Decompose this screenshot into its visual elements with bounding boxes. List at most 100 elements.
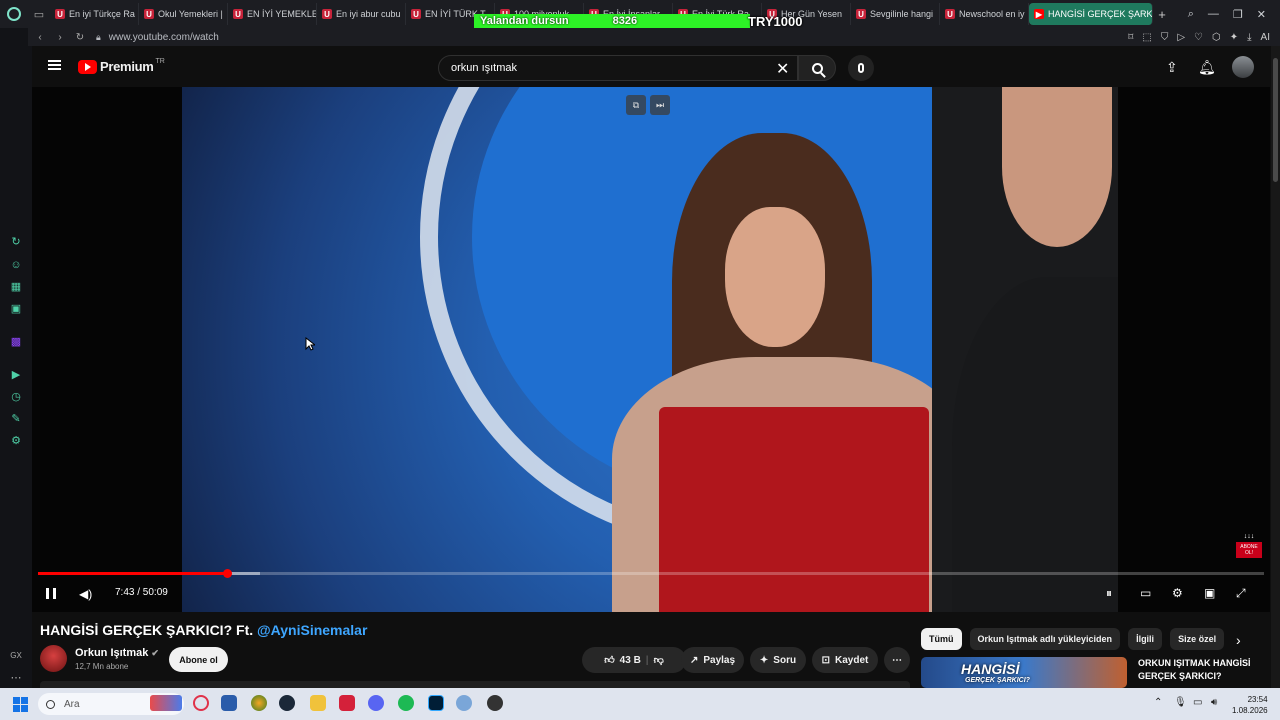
recommended-thumbnail[interactable]: HANGİSİ GERÇEK ŞARKICI? [921, 657, 1127, 688]
youtube-premium-logo[interactable]: Premium TR [78, 58, 165, 74]
subscribe-button[interactable]: Abone ol [169, 647, 228, 672]
steam-app-icon[interactable] [279, 695, 295, 711]
page-scrollbar[interactable] [1271, 46, 1280, 688]
search-tabs-icon[interactable]: ⌕ [1188, 8, 1194, 21]
chip-all[interactable]: Tümü [921, 628, 962, 650]
browser-tab[interactable]: U En iyi abur cubu [317, 3, 406, 25]
new-tab-icon[interactable]: + [1153, 7, 1171, 22]
search-button[interactable] [798, 55, 836, 81]
ask-button[interactable]: ✦ Soru [750, 647, 806, 673]
progress-scrubber[interactable] [222, 569, 232, 578]
taskbar-widget-image[interactable] [150, 695, 182, 711]
spotify-app-icon[interactable] [398, 695, 414, 711]
save-button[interactable]: ⊡ Kaydet [812, 647, 878, 673]
crypto-wallet-icon[interactable]: ▦ [10, 281, 22, 293]
heart-icon[interactable]: ♡ [1194, 32, 1203, 43]
affinity-app-icon[interactable] [339, 695, 355, 711]
chip-for-you[interactable]: Size özel [1170, 628, 1225, 650]
discord-app-icon[interactable] [368, 695, 384, 711]
history-icon[interactable]: ◷ [10, 391, 22, 403]
browser-tab[interactable]: U Sevgilinle hangi [851, 3, 940, 25]
share-button[interactable]: ↗ Paylaş [681, 647, 744, 673]
settings-icon[interactable]: ⚙ [1172, 586, 1183, 600]
subscribe-watermark[interactable]: ↓↓↓ ABONE OL! [1236, 533, 1262, 561]
snapshot-icon[interactable]: ⬚ [1142, 32, 1151, 43]
account-avatar[interactable] [1232, 56, 1254, 78]
windows-start-icon[interactable] [13, 697, 28, 712]
network-app-icon[interactable] [456, 695, 472, 711]
chip-related[interactable]: İlgili [1128, 628, 1163, 650]
miniplayer-icon[interactable]: ⧉ [626, 95, 646, 115]
download-icon[interactable]: ⤓ [1247, 32, 1251, 43]
like-count[interactable]: 43 B [620, 655, 641, 666]
browser-tab[interactable]: U En iyi Türkçe Ra [50, 3, 139, 25]
description-box[interactable] [40, 681, 910, 688]
subtitles-icon[interactable]: ▭ [1140, 586, 1151, 600]
dislike-icon[interactable]: 👎︎ [654, 654, 664, 666]
like-icon[interactable]: 👍︎ [604, 654, 614, 666]
theater-mode-icon[interactable]: ▣ [1204, 586, 1215, 600]
maximize-icon[interactable]: ❐ [1233, 8, 1243, 21]
progress-bar[interactable] [38, 569, 1264, 578]
opera-gx-app-icon[interactable] [193, 695, 209, 711]
autoplay-toggle-icon[interactable]: ⏸ [1106, 586, 1112, 601]
voice-search-button[interactable] [848, 55, 874, 81]
taskbar-clock[interactable]: 23:54 1.08.2026 [1232, 694, 1268, 716]
network-icon[interactable]: ▭ [1193, 697, 1202, 708]
upload-icon[interactable]: ⇪ [1166, 59, 1178, 76]
tray-overflow-icon[interactable]: ⌃ [1154, 697, 1162, 708]
refresh-icon[interactable]: ↻ [10, 236, 22, 248]
bookmark-icon[interactable]: ⌑ [1128, 32, 1133, 43]
browser-tab[interactable]: U Newschool en iy [940, 3, 1029, 25]
game-app-icon[interactable] [487, 695, 503, 711]
channel-name[interactable]: Orkun Işıtmak ✔︎ [75, 647, 159, 659]
volume-icon[interactable]: ◀︎) [79, 587, 92, 601]
chips-next-icon[interactable]: › [1236, 632, 1241, 648]
scrollbar-thumb[interactable] [1273, 58, 1278, 182]
next-video-icon[interactable]: ⏭ [650, 95, 670, 115]
pause-icon[interactable] [46, 588, 56, 599]
microphone-icon[interactable]: 🎙︎ [1174, 697, 1187, 708]
lock-icon[interactable]: 🔒︎ [96, 32, 101, 43]
forward-icon[interactable]: › [52, 32, 68, 43]
extensions-icon[interactable]: ✎ [10, 413, 22, 425]
tab-workspace-icon[interactable]: ▭ [28, 0, 50, 28]
chip-from-uploader[interactable]: Orkun Işıtmak adlı yükleyiciden [969, 628, 1121, 650]
more-icon[interactable]: ⋯ [10, 672, 22, 684]
browser-tab[interactable]: U EN İYİ YEMEKLE [228, 3, 317, 25]
messenger-icon[interactable]: ▣ [10, 303, 22, 315]
browser-tab[interactable]: U Okul Yemekleri | [139, 3, 228, 25]
more-actions-button[interactable]: ⋯ [884, 647, 910, 673]
settings-gear-icon[interactable]: ⚙ [10, 435, 22, 447]
speaker-icon[interactable]: 🔊︎ [1211, 697, 1217, 708]
store-app-icon[interactable] [221, 695, 237, 711]
cube-icon[interactable]: ⬡ [1212, 32, 1221, 43]
gx-icon[interactable]: GX [10, 650, 22, 662]
minimize-icon[interactable]: — [1208, 8, 1219, 21]
video-player[interactable]: ⧉ ⏭ ↓↓↓ ABONE OL! ◀︎) 7:43 / 50:09 ⏸ ▭ ⚙… [32, 87, 1270, 612]
player-toggle-icon[interactable]: ▷ [1177, 32, 1185, 43]
file-explorer-icon[interactable] [310, 695, 326, 711]
channel-avatar[interactable] [40, 645, 67, 672]
reload-icon[interactable]: ↻ [72, 32, 88, 43]
notifications-bell-icon[interactable]: 🔔︎ [1198, 59, 1216, 76]
back-icon[interactable]: ‹ [32, 32, 48, 43]
twitch-icon[interactable]: ▩ [10, 336, 22, 348]
recommended-title[interactable]: ORKUN IŞITMAK HANGİSİ GERÇEK ŞARKICI? [1138, 657, 1264, 683]
shield-icon[interactable]: ⛉ [1161, 32, 1169, 43]
title-mention-link[interactable]: @AyniSinemalar [257, 622, 367, 638]
browser-app-icon[interactable] [251, 695, 267, 711]
search-input[interactable]: orkun ışıtmak [438, 55, 798, 81]
clear-search-icon[interactable]: ✕ [776, 59, 789, 79]
player-icon[interactable]: ▶ [10, 369, 22, 381]
ai-icon[interactable]: AI [1261, 32, 1270, 43]
opera-logo-icon[interactable] [0, 0, 28, 28]
bot-icon[interactable]: ☺ [10, 259, 22, 271]
menu-icon[interactable] [48, 60, 61, 70]
browser-tab-active[interactable]: ▶ HANGİSİ GERÇEK ŞARK [1029, 3, 1153, 25]
extension-icon[interactable]: ✦ [1230, 32, 1238, 43]
photoshop-app-icon[interactable] [428, 695, 444, 711]
fullscreen-icon[interactable]: ⤢ [1236, 586, 1246, 601]
close-icon[interactable]: ✕ [1257, 8, 1266, 21]
url-text[interactable]: www.youtube.com/watch [109, 32, 219, 43]
